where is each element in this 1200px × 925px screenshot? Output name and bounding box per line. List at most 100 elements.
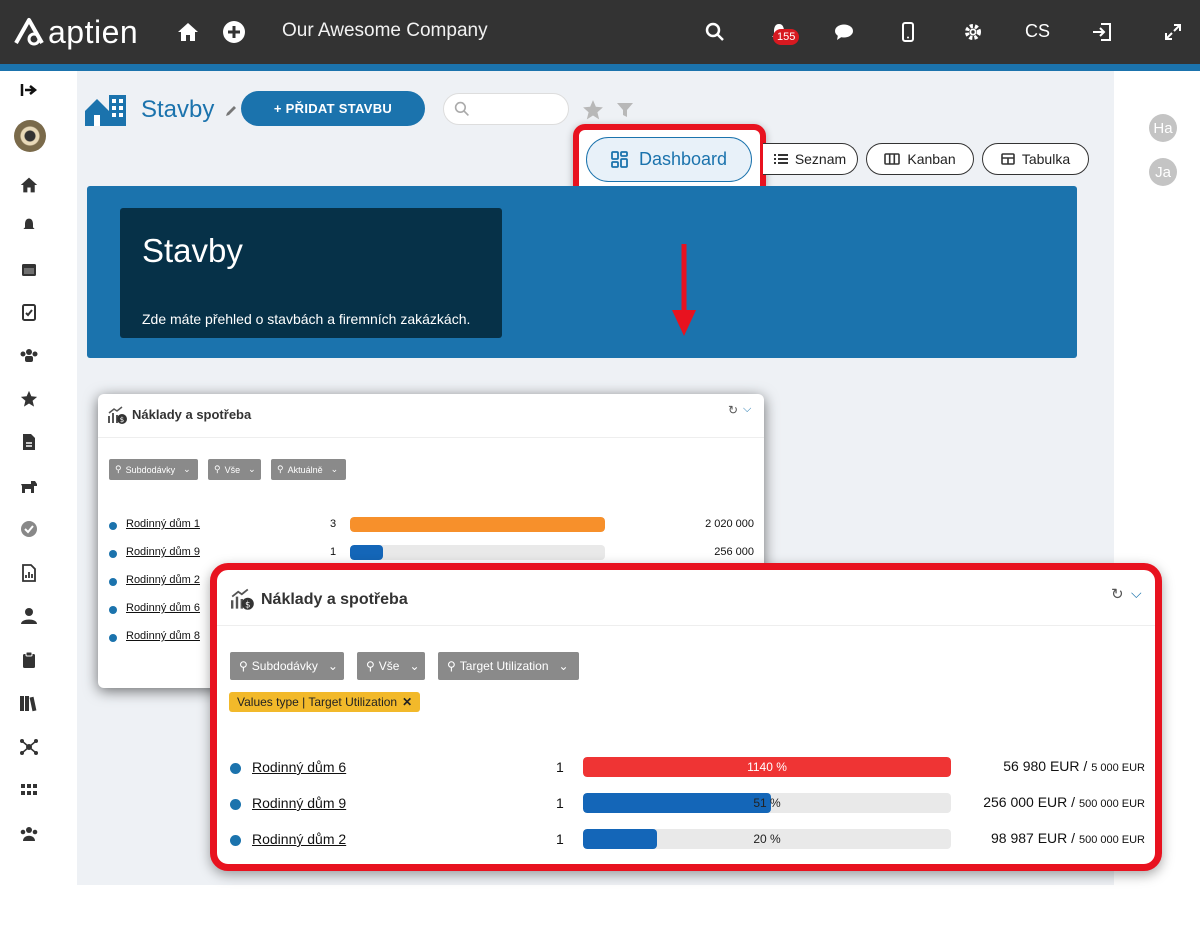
sidebar-dog-icon[interactable] <box>17 474 41 498</box>
current-user-avatar[interactable] <box>14 120 46 152</box>
chevron-down-icon[interactable]: ⌵ <box>743 403 751 416</box>
filter-dropdown[interactable]: ⚲ Vše ⌄ <box>357 652 425 680</box>
filter-dropdown[interactable]: ⚲ Target Utilization ⌄ <box>438 652 579 680</box>
company-name[interactable]: Our Awesome Company <box>282 20 488 42</box>
chevron-down-icon: ⌄ <box>248 464 256 474</box>
user-avatar[interactable]: Ha <box>1149 114 1177 142</box>
row-link[interactable]: Rodinný dům 6 <box>252 759 346 775</box>
user-avatar[interactable]: Ja <box>1149 158 1177 186</box>
search-icon: ⚲ <box>115 464 122 474</box>
fullscreen-icon[interactable] <box>1159 18 1187 46</box>
filter-dropdown[interactable]: ⚲ Subdodávky ⌄ <box>109 459 198 480</box>
row-dot <box>109 606 117 614</box>
progress-bar <box>350 545 605 560</box>
sidebar-calendar-icon[interactable] <box>17 257 41 281</box>
sidebar-person-icon[interactable] <box>17 604 41 628</box>
sidebar-books-icon[interactable] <box>17 691 41 715</box>
row-link[interactable]: Rodinný dům 2 <box>126 574 200 586</box>
progress-percent: 20 % <box>753 832 781 846</box>
sidebar-clipboard-icon[interactable] <box>17 648 41 672</box>
add-building-button[interactable]: + PŘIDAT STAVBU <box>241 91 425 126</box>
home-icon[interactable] <box>174 18 202 46</box>
app-logo[interactable]: aptien <box>12 12 138 52</box>
row-count: 1 <box>330 546 337 558</box>
sidebar-bell-icon[interactable] <box>17 213 41 237</box>
expand-sidebar-icon[interactable] <box>17 78 41 102</box>
dashboard-grid-icon <box>611 150 628 168</box>
notification-count-badge: 155 <box>773 29 800 45</box>
view-dashboard-button[interactable]: Dashboard <box>586 137 752 182</box>
row-amount: 56 980 EUR <box>1003 758 1080 774</box>
close-icon[interactable]: ✕ <box>402 695 412 709</box>
view-list-button[interactable]: Seznam <box>763 143 858 175</box>
view-list-label: Seznam <box>794 151 847 167</box>
logout-icon[interactable] <box>1088 18 1116 46</box>
svg-text:$: $ <box>245 599 250 609</box>
sidebar-users-icon[interactable] <box>17 822 41 846</box>
chevron-down-icon: ⌄ <box>558 659 569 673</box>
progress-bar: 51 % <box>583 793 951 813</box>
row-link[interactable]: Rodinný dům 6 <box>126 602 200 614</box>
favorite-star-icon[interactable] <box>582 99 604 121</box>
filter-dropdown[interactable]: ⚲ Subdodávky ⌄ <box>230 652 344 680</box>
edit-pencil-icon[interactable] <box>224 104 238 118</box>
costs-chart-icon: $ <box>108 406 127 424</box>
row-value: 256 000 EUR / 500 000 EUR <box>957 794 1145 810</box>
chat-icon[interactable] <box>830 18 858 46</box>
list-icon <box>773 154 788 164</box>
sidebar-report-icon[interactable] <box>17 561 41 585</box>
gear-icon[interactable] <box>959 18 987 46</box>
active-filter-tag[interactable]: Values type | Target Utilization ✕ <box>229 692 421 712</box>
search-icon <box>454 101 469 116</box>
refresh-icon[interactable]: ↻ <box>1111 585 1124 603</box>
row-value: 98 987 EUR / 500 000 EUR <box>957 830 1145 846</box>
svg-text:$: $ <box>120 416 124 424</box>
hero-subtitle: Zde máte přehled o stavbách a firemních … <box>142 311 471 327</box>
sidebar-star-icon[interactable] <box>17 387 41 411</box>
separator: / <box>1067 830 1079 846</box>
aptien-logo-icon <box>14 18 44 46</box>
language-switch[interactable]: CS <box>1025 21 1050 42</box>
row-link[interactable]: Rodinný dům 1 <box>126 518 200 530</box>
view-table-button[interactable]: Tabulka <box>982 143 1089 175</box>
chevron-down-icon: ⌄ <box>409 659 420 673</box>
search-icon[interactable] <box>701 18 729 46</box>
add-circle-icon[interactable] <box>220 18 248 46</box>
row-dot <box>230 763 241 774</box>
chevron-down-icon: ⌄ <box>327 659 338 673</box>
row-target: 5 000 EUR <box>1091 762 1145 774</box>
refresh-icon[interactable]: ↻ <box>728 403 738 417</box>
row-link[interactable]: Rodinný dům 8 <box>126 630 200 642</box>
view-kanban-button[interactable]: Kanban <box>866 143 974 175</box>
sidebar-network-icon[interactable] <box>17 735 41 759</box>
filter-label: Subdodávky <box>251 659 318 673</box>
filter-label: Vše <box>378 659 400 673</box>
mobile-icon[interactable] <box>894 18 922 46</box>
row-dot <box>109 634 117 642</box>
progress-fill <box>350 545 384 560</box>
sidebar-team-icon[interactable] <box>17 343 41 367</box>
filter-funnel-icon[interactable] <box>616 101 634 119</box>
filter-dropdown[interactable]: ⚲ Vše ⌄ <box>208 459 261 480</box>
row-link[interactable]: Rodinný dům 2 <box>252 831 346 847</box>
filter-label: Target Utilization <box>459 659 549 673</box>
search-icon: ⚲ <box>214 464 221 474</box>
row-amount: 256 000 EUR <box>983 794 1068 810</box>
active-filter-label: Values type | Target Utilization <box>237 695 398 709</box>
row-link[interactable]: Rodinný dům 9 <box>252 795 346 811</box>
sidebar-home-icon[interactable] <box>17 173 41 197</box>
sidebar-document-icon[interactable] <box>17 430 41 454</box>
chevron-down-icon[interactable]: ⌵ <box>1131 585 1142 602</box>
divider <box>98 437 764 438</box>
chevron-down-icon: ⌄ <box>330 464 339 474</box>
sidebar-check-circle-icon[interactable] <box>17 517 41 541</box>
view-dashboard-label: Dashboard <box>638 149 728 169</box>
row-link[interactable]: Rodinný dům 9 <box>126 546 200 558</box>
row-dot <box>109 522 117 530</box>
search-input[interactable] <box>443 93 569 125</box>
search-icon: ⚲ <box>366 659 375 673</box>
sidebar-clipboard-check-icon[interactable] <box>17 300 41 324</box>
row-count: 1 <box>556 759 564 775</box>
sidebar-apps-grid-icon[interactable] <box>17 778 41 802</box>
filter-dropdown[interactable]: ⚲ Aktuálně ⌄ <box>271 459 346 480</box>
